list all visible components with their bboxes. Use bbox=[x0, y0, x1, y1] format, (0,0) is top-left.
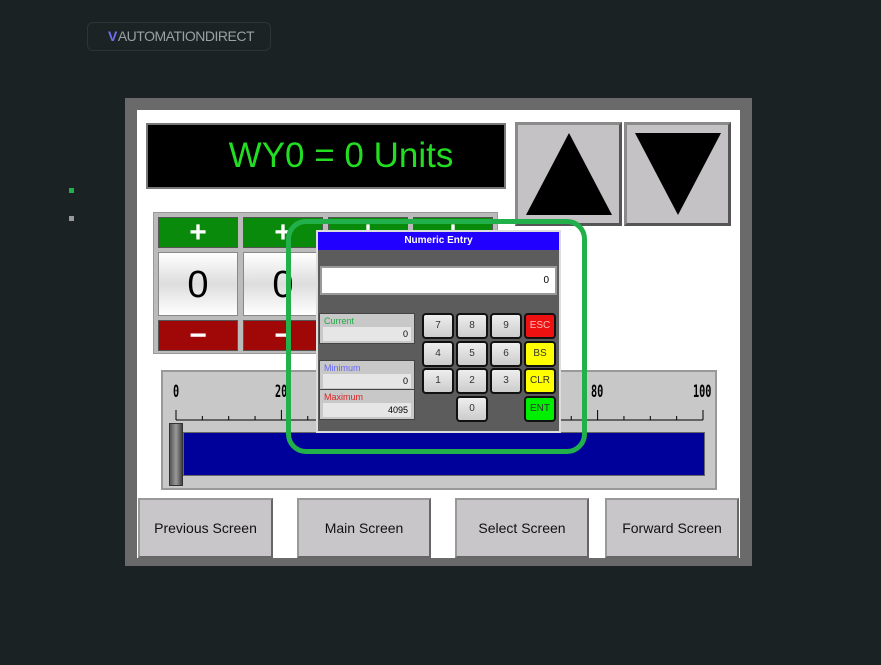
status-dot-green bbox=[69, 188, 74, 193]
key-7-button[interactable]: 7 bbox=[422, 313, 454, 339]
tick-label: 0 bbox=[173, 382, 180, 402]
minimum-value: 0 bbox=[323, 374, 411, 388]
key-escape-button[interactable]: ESC bbox=[524, 313, 556, 339]
numeric-entry-dialog: Numeric Entry 0 Current 0 Minimum 0 Maxi… bbox=[316, 230, 561, 433]
maximum-box: Maximum 4095 bbox=[319, 389, 415, 420]
key-1-button[interactable]: 1 bbox=[422, 368, 454, 394]
select-screen-button[interactable]: Select Screen bbox=[455, 498, 589, 558]
numeric-input[interactable]: 0 bbox=[320, 266, 557, 295]
value-display: WY0 = 0 Units bbox=[146, 123, 506, 189]
key-4-button[interactable]: 4 bbox=[422, 340, 454, 367]
key-enter-button[interactable]: ENT bbox=[524, 395, 556, 422]
key-3-button[interactable]: 3 bbox=[490, 368, 522, 394]
tick-label: 100 bbox=[693, 382, 712, 402]
main-screen-button[interactable]: Main Screen bbox=[297, 498, 431, 558]
key-9-button[interactable]: 9 bbox=[490, 313, 522, 339]
digit-value: 0 bbox=[158, 252, 238, 316]
minimum-box: Minimum 0 bbox=[319, 360, 415, 391]
current-value: 0 bbox=[323, 327, 411, 341]
minimum-label: Minimum bbox=[324, 363, 361, 373]
maximum-label: Maximum bbox=[324, 392, 364, 402]
gauge-slider-handle[interactable] bbox=[169, 423, 183, 486]
digit-minus-button[interactable]: − bbox=[158, 320, 238, 351]
automationdirect-logo: VAUTOMATIONDIRECT bbox=[87, 22, 271, 51]
key-clear-button[interactable]: CLR bbox=[524, 368, 556, 394]
key-8-button[interactable]: 8 bbox=[456, 313, 488, 339]
key-5-button[interactable]: 5 bbox=[456, 340, 488, 367]
decrement-arrow-button[interactable] bbox=[624, 122, 731, 226]
increment-arrow-button[interactable] bbox=[515, 122, 622, 226]
previous-screen-button[interactable]: Previous Screen bbox=[138, 498, 273, 558]
maximum-value: 4095 bbox=[323, 403, 411, 417]
dialog-title: Numeric Entry bbox=[318, 232, 559, 250]
status-dot-gray bbox=[69, 216, 74, 221]
key-6-button[interactable]: 6 bbox=[490, 340, 522, 367]
key-0-button[interactable]: 0 bbox=[456, 395, 488, 422]
triangle-down-icon bbox=[634, 133, 721, 215]
key-backspace-button[interactable]: BS bbox=[524, 340, 556, 367]
digit-plus-button[interactable]: + bbox=[158, 217, 238, 248]
current-box: Current 0 bbox=[319, 313, 415, 344]
key-2-button[interactable]: 2 bbox=[456, 368, 488, 394]
triangle-up-icon bbox=[525, 133, 612, 215]
tick-label: 80 bbox=[591, 382, 604, 402]
logo-mark-icon: V bbox=[108, 28, 117, 44]
forward-screen-button[interactable]: Forward Screen bbox=[605, 498, 739, 558]
current-label: Current bbox=[324, 316, 355, 326]
